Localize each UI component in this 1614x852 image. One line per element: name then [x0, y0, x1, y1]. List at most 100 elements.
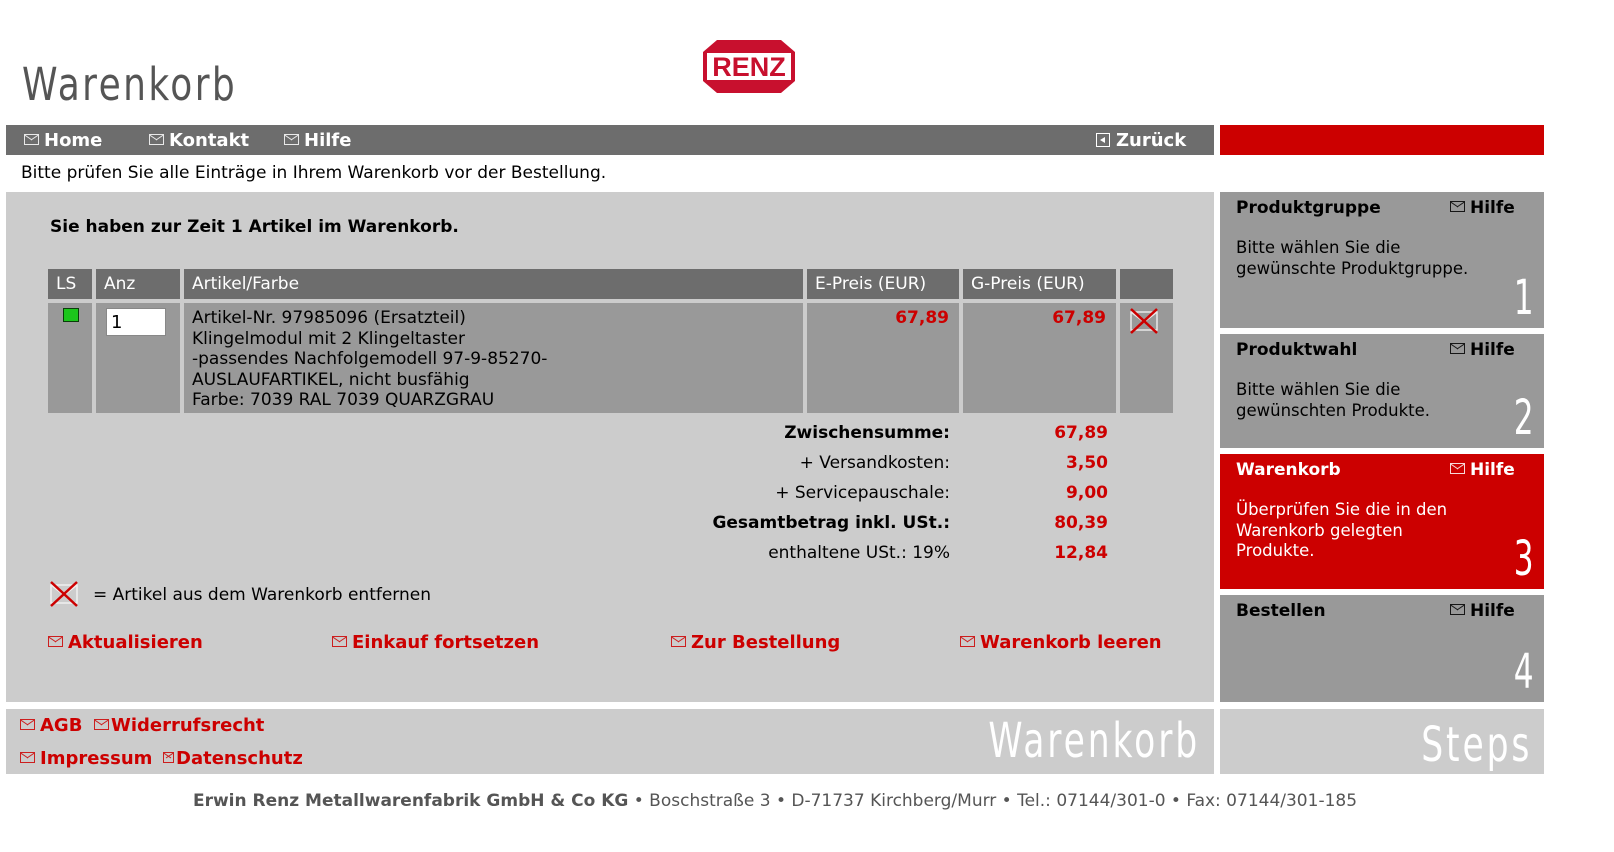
envelope-icon	[960, 636, 975, 647]
update-cart-link[interactable]: Aktualisieren	[48, 632, 203, 653]
table-cell-ls	[48, 303, 92, 413]
step-help-link[interactable]: Hilfe	[1450, 198, 1515, 218]
shipping-value: 3,50	[1066, 453, 1108, 473]
imprint-link[interactable]: Impressum	[20, 748, 152, 769]
article-line: Artikel-Nr. 97985096 (Ersatzteil)	[192, 308, 466, 328]
grand-total-value: 80,39	[1054, 513, 1108, 533]
company-details: • Boschstraße 3 • D-71737 Kirchberg/Murr…	[628, 791, 1358, 811]
page-title: Warenkorb	[22, 58, 238, 111]
step-help-link[interactable]: Hilfe	[1450, 601, 1515, 621]
nav-contact[interactable]: Kontakt	[149, 130, 249, 151]
step-title: Warenkorb	[1236, 460, 1341, 480]
envelope-icon	[24, 134, 39, 145]
article-line: -passendes Nachfolgemodell 97-9-85270-	[192, 349, 548, 369]
step-help-link[interactable]: Hilfe	[1450, 460, 1515, 480]
step-number: 1	[1514, 270, 1534, 326]
col-header-total-price: G-Preis (EUR)	[963, 269, 1116, 299]
envelope-icon	[20, 752, 35, 763]
nav-home-label: Home	[44, 130, 103, 151]
col-header-remove	[1120, 269, 1173, 299]
footer-links-panel: AGB Widerrufsrecht Impressum Datenschutz…	[6, 709, 1214, 774]
vat-label: enthaltene USt.: 19%	[768, 543, 950, 563]
step-product-group[interactable]: Produktgruppe Hilfe Bitte wählen Sie die…	[1220, 192, 1544, 328]
nav-home[interactable]: Home	[24, 130, 102, 151]
envelope-icon	[1450, 201, 1465, 212]
continue-shopping-label: Einkauf fortsetzen	[352, 632, 540, 653]
step-help-label: Hilfe	[1470, 601, 1515, 621]
withdrawal-label: Widerrufsrecht	[111, 715, 265, 736]
steps-watermark: Steps	[1420, 717, 1532, 773]
envelope-icon	[1450, 604, 1465, 615]
intro-text: Bitte prüfen Sie alle Einträge in Ihrem …	[21, 163, 607, 183]
subtotal-value: 67,89	[1054, 423, 1108, 443]
agb-link[interactable]: AGB	[20, 715, 82, 736]
envelope-icon	[163, 752, 174, 763]
step-title: Produktgruppe	[1236, 198, 1381, 218]
step-number: 4	[1514, 644, 1534, 700]
remove-legend-text: = Artikel aus dem Warenkorb entfernen	[93, 585, 431, 605]
article-line: Farbe: 7039 RAL 7039 QUARZGRAU	[192, 390, 495, 410]
step-help-label: Hilfe	[1470, 198, 1515, 218]
service-fee-value: 9,00	[1066, 483, 1108, 503]
step-cart-active[interactable]: Warenkorb Hilfe Überprüfen Sie die in de…	[1220, 454, 1544, 589]
step-number: 2	[1514, 390, 1534, 446]
total-price: 67,89	[1052, 308, 1106, 328]
table-cell-total-price: 67,89	[963, 303, 1116, 413]
nav-back[interactable]: Zurück	[1096, 130, 1186, 151]
step-description: Überprüfen Sie die in den Warenkorb gele…	[1236, 500, 1448, 560]
col-header-article: Artikel/Farbe	[184, 269, 803, 299]
back-icon	[1096, 132, 1110, 147]
table-cell-article: Artikel-Nr. 97985096 (Ersatzteil) Klinge…	[184, 303, 803, 413]
col-header-qty: Anz	[96, 269, 180, 299]
unit-price: 67,89	[895, 308, 949, 328]
step-order[interactable]: Bestellen Hilfe 4	[1220, 595, 1544, 702]
company-name: Erwin Renz Metallwarenfabrik GmbH & Co K…	[192, 791, 629, 811]
envelope-icon	[149, 134, 164, 145]
envelope-icon	[94, 719, 109, 730]
checkout-link[interactable]: Zur Bestellung	[671, 632, 840, 653]
main-nav: Home Kontakt Hilfe Zurück	[6, 125, 1214, 155]
privacy-label: Datenschutz	[176, 748, 303, 769]
envelope-icon	[20, 719, 35, 730]
envelope-icon	[671, 636, 686, 647]
cart-panel: Sie haben zur Zeit 1 Artikel im Warenkor…	[6, 192, 1214, 702]
step-title: Produktwahl	[1236, 340, 1358, 360]
clear-cart-link[interactable]: Warenkorb leeren	[960, 632, 1162, 653]
checkout-label: Zur Bestellung	[691, 632, 841, 653]
step-help-label: Hilfe	[1470, 460, 1515, 480]
update-cart-label: Aktualisieren	[68, 632, 203, 653]
step-help-label: Hilfe	[1470, 340, 1515, 360]
continue-shopping-link[interactable]: Einkauf fortsetzen	[332, 632, 539, 653]
quantity-input[interactable]	[106, 308, 166, 336]
step-description: Bitte wählen Sie die gewünschten Produkt…	[1236, 380, 1431, 420]
envelope-icon	[284, 134, 299, 145]
step-product-selection[interactable]: Produktwahl Hilfe Bitte wählen Sie die g…	[1220, 334, 1544, 448]
status-indicator	[63, 308, 79, 322]
withdrawal-link[interactable]: Widerrufsrecht	[94, 715, 264, 736]
grand-total-label: Gesamtbetrag inkl. USt.:	[712, 513, 950, 533]
step-title: Bestellen	[1236, 601, 1326, 621]
table-cell-qty	[96, 303, 180, 413]
company-info: Erwin Renz Metallwarenfabrik GmbH & Co K…	[0, 791, 1550, 811]
article-line: Klingelmodul mit 2 Klingeltaster	[192, 328, 465, 349]
article-line: AUSLAUFARTIKEL, nicht busfähig	[192, 369, 470, 390]
cart-item-count: Sie haben zur Zeit 1 Artikel im Warenkor…	[50, 217, 459, 237]
nav-contact-label: Kontakt	[169, 130, 250, 151]
agb-label: AGB	[40, 715, 83, 736]
privacy-link[interactable]: Datenschutz	[163, 748, 303, 769]
vat-value: 12,84	[1054, 543, 1108, 563]
remove-item-icon[interactable]	[1128, 307, 1160, 335]
envelope-icon	[332, 636, 347, 647]
subtotal-label: Zwischensumme:	[784, 423, 950, 443]
renz-logo: RENZ	[703, 40, 795, 93]
nav-accent-bar	[1220, 125, 1544, 155]
table-cell-unit-price: 67,89	[807, 303, 959, 413]
logo-text: RENZ	[712, 52, 786, 82]
nav-help[interactable]: Hilfe	[284, 130, 351, 151]
remove-legend-icon	[50, 581, 78, 607]
table-cell-remove	[1120, 303, 1173, 413]
clear-cart-label: Warenkorb leeren	[980, 632, 1162, 653]
steps-footer-panel: Steps	[1220, 709, 1544, 774]
step-help-link[interactable]: Hilfe	[1450, 340, 1515, 360]
imprint-label: Impressum	[40, 748, 153, 769]
